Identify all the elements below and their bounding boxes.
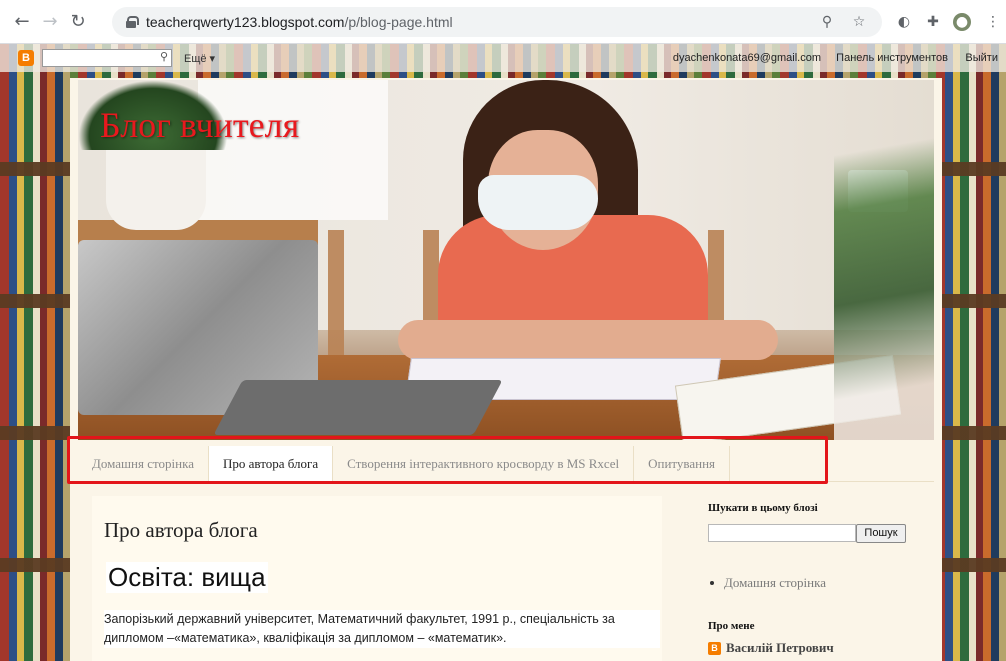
back-icon[interactable]: ← (8, 8, 36, 36)
tab-home[interactable]: Домашня сторінка (78, 446, 209, 482)
url-path: /p/blog-page.html (344, 14, 453, 30)
search-icon[interactable]: ⚲ (160, 50, 168, 63)
navbar-search-input[interactable]: ⚲ (42, 49, 172, 67)
blog-title[interactable]: Блог вчителя (100, 104, 299, 146)
sidebar-search-input[interactable] (708, 524, 856, 542)
navbar-dashboard-link[interactable]: Панель инструментов (836, 52, 948, 64)
page-tabs: Домашня сторінка Про автора блога Створе… (78, 446, 934, 482)
tab-crossword[interactable]: Створення інтерактивного кросворду в MS … (333, 446, 635, 482)
lock-icon[interactable] (126, 16, 139, 28)
blogger-navbar: B ⚲ Ещё ▾ dyachenkonata69@gmail.com Пане… (0, 44, 1006, 72)
blogger-profile-icon: B (708, 641, 721, 655)
tab-survey[interactable]: Опитування (634, 446, 731, 482)
sidebar-search-button[interactable]: Пошук (856, 524, 906, 543)
navbar-user-email[interactable]: dyachenkonata69@gmail.com (673, 52, 821, 64)
menu-icon[interactable]: ⋮ (984, 13, 1002, 31)
profile-icon[interactable]: ● (953, 13, 971, 31)
puzzle-icon[interactable]: ✚ (924, 13, 942, 31)
url-text[interactable]: teacherqwerty123.blogspot.com/p/blog-pag… (146, 14, 453, 30)
profile-name[interactable]: Василій Петрович (726, 640, 834, 656)
sidebar-search-heading: Шукати в цьому блозі (708, 502, 818, 514)
header-girl-arm (398, 320, 778, 360)
navbar-more-menu[interactable]: Ещё ▾ (184, 52, 215, 65)
header-keyboard (213, 380, 503, 435)
extension-icon[interactable]: ◐ (895, 13, 913, 31)
post-body: Запорізький державний університет, Матем… (104, 610, 660, 648)
address-bar[interactable]: teacherqwerty123.blogspot.com/p/blog-pag… (112, 7, 882, 37)
browser-toolbar: ← → ↻ teacherqwerty123.blogspot.com/p/bl… (0, 0, 1006, 44)
list-bullet (710, 581, 714, 585)
star-icon[interactable]: ☆ (850, 13, 868, 31)
reload-icon[interactable]: ↻ (64, 8, 92, 36)
sidebar-link-home[interactable]: Домашня сторінка (724, 575, 826, 591)
forward-icon[interactable]: → (36, 8, 64, 36)
url-host: teacherqwerty123.blogspot.com (146, 14, 345, 30)
header-girl-mask (478, 175, 598, 230)
zoom-icon[interactable]: ⚲ (818, 13, 836, 31)
tab-about-author[interactable]: Про автора блога (208, 446, 334, 482)
sidebar-profile[interactable]: B Василій Петрович (708, 640, 834, 656)
navbar-signout-link[interactable]: Выйти (965, 52, 998, 64)
header-plant-right (834, 80, 934, 440)
post-title: Про автора блога (104, 518, 258, 542)
blogger-logo-icon[interactable]: B (18, 50, 34, 66)
sidebar-about-heading: Про мене (708, 620, 755, 632)
post-heading: Освіта: вища (106, 562, 268, 593)
